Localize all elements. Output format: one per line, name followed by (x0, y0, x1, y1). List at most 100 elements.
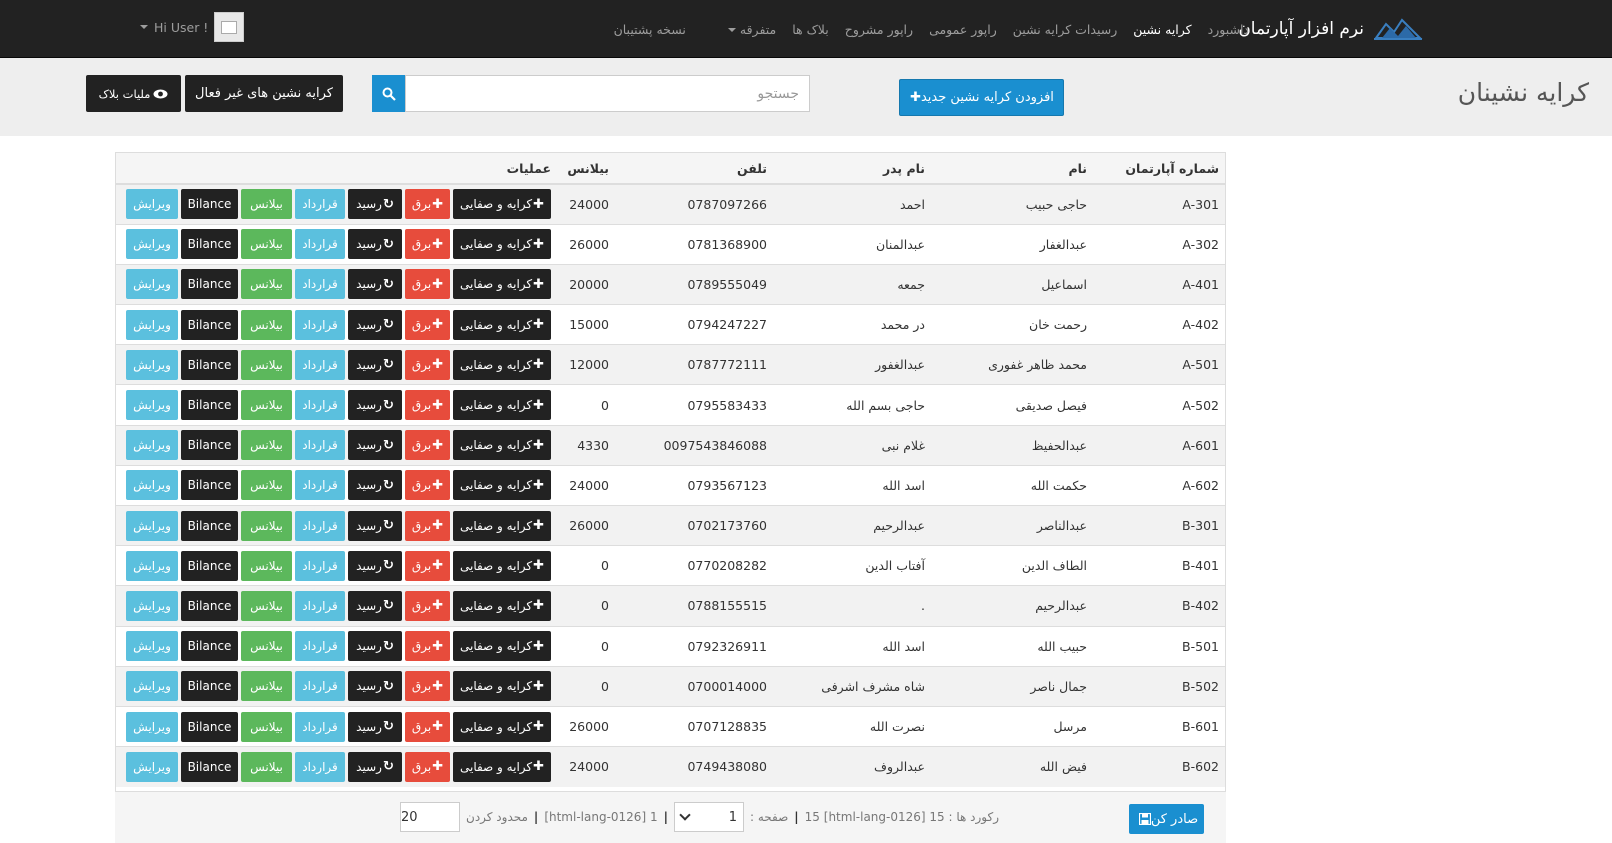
rent-button[interactable]: ✚ کرایه و صفایی (453, 751, 551, 782)
nav-backup[interactable]: نسخه پشتیبان (606, 22, 694, 37)
edit-button[interactable]: ویرایش (126, 711, 178, 742)
edit-button[interactable]: ویرایش (126, 189, 178, 220)
bilance-button[interactable]: Bilance (181, 349, 238, 380)
rent-button[interactable]: ✚ کرایه و صفایی (453, 430, 551, 461)
balance-button[interactable]: بیلانس (241, 349, 292, 380)
balance-button[interactable]: بیلانس (241, 430, 292, 461)
electricity-button[interactable]: ✚ برق (405, 550, 450, 581)
electricity-button[interactable]: ✚ برق (405, 711, 450, 742)
rent-button[interactable]: ✚ کرایه و صفایی (453, 510, 551, 541)
edit-button[interactable]: ویرایش (126, 751, 178, 782)
nav-tenant-receipts[interactable]: رسیدات کرایه نشین (1005, 22, 1125, 37)
electricity-button[interactable]: ✚ برق (405, 671, 450, 702)
balance-button[interactable]: بیلانس (241, 550, 292, 581)
search-input[interactable] (405, 75, 810, 112)
balance-button[interactable]: بیلانس (241, 590, 292, 621)
bilance-button[interactable]: Bilance (181, 470, 238, 501)
bilance-button[interactable]: Bilance (181, 390, 238, 421)
edit-button[interactable]: ویرایش (126, 470, 178, 501)
receipt-button[interactable]: ↻ رسید (348, 390, 402, 421)
electricity-button[interactable]: ✚ برق (405, 510, 450, 541)
col-phone[interactable]: تلفن (615, 153, 773, 185)
edit-button[interactable]: ویرایش (126, 631, 178, 662)
col-balance[interactable]: بیلانس (557, 153, 615, 185)
rent-button[interactable]: ✚ کرایه و صفایی (453, 390, 551, 421)
electricity-button[interactable]: ✚ برق (405, 390, 450, 421)
contract-button[interactable]: قرارداد (295, 510, 345, 541)
balance-button[interactable]: بیلانس (241, 470, 292, 501)
nav-misc-dropdown[interactable]: متفرقه (720, 22, 784, 37)
bilance-button[interactable]: Bilance (181, 550, 238, 581)
receipt-button[interactable]: ↻ رسید (348, 631, 402, 662)
edit-button[interactable]: ویرایش (126, 229, 178, 260)
receipt-button[interactable]: ↻ رسید (348, 671, 402, 702)
col-name[interactable]: نام (931, 153, 1093, 185)
contract-button[interactable]: قرارداد (295, 671, 345, 702)
edit-button[interactable]: ویرایش (126, 430, 178, 461)
limit-input[interactable]: 20 (400, 802, 460, 832)
rent-button[interactable]: ✚ کرایه و صفایی (453, 470, 551, 501)
edit-button[interactable]: ویرایش (126, 309, 178, 340)
bilance-button[interactable]: Bilance (181, 671, 238, 702)
contract-button[interactable]: قرارداد (295, 711, 345, 742)
col-apartment-number[interactable]: شماره آپارتمان (1093, 153, 1225, 185)
receipt-button[interactable]: ↻ رسید (348, 309, 402, 340)
balance-button[interactable]: بیلانس (241, 229, 292, 260)
balance-button[interactable]: بیلانس (241, 711, 292, 742)
balance-button[interactable]: بیلانس (241, 269, 292, 300)
contract-button[interactable]: قرارداد (295, 631, 345, 662)
rent-button[interactable]: ✚ کرایه و صفایی (453, 189, 551, 220)
electricity-button[interactable]: ✚ برق (405, 189, 450, 220)
bilance-button[interactable]: Bilance (181, 510, 238, 541)
contract-button[interactable]: قرارداد (295, 430, 345, 461)
bilance-button[interactable]: Bilance (181, 269, 238, 300)
receipt-button[interactable]: ↻ رسید (348, 550, 402, 581)
receipt-button[interactable]: ↻ رسید (348, 751, 402, 782)
receipt-button[interactable]: ↻ رسید (348, 590, 402, 621)
add-tenant-button[interactable]: ✚ افزودن کرایه نشین جدید (899, 79, 1064, 116)
contract-button[interactable]: قرارداد (295, 189, 345, 220)
bilance-button[interactable]: Bilance (181, 189, 238, 220)
contract-button[interactable]: قرارداد (295, 309, 345, 340)
balance-button[interactable]: بیلانس (241, 309, 292, 340)
col-father-name[interactable]: نام پدر (773, 153, 931, 185)
receipt-button[interactable]: ↻ رسید (348, 711, 402, 742)
contract-button[interactable]: قرارداد (295, 269, 345, 300)
bilance-button[interactable]: Bilance (181, 590, 238, 621)
receipt-button[interactable]: ↻ رسید (348, 470, 402, 501)
contract-button[interactable]: قرارداد (295, 550, 345, 581)
export-button[interactable]: صادر کن (1129, 804, 1204, 834)
receipt-button[interactable]: ↻ رسید (348, 189, 402, 220)
rent-button[interactable]: ✚ کرایه و صفایی (453, 229, 551, 260)
contract-button[interactable]: قرارداد (295, 349, 345, 380)
electricity-button[interactable]: ✚ برق (405, 430, 450, 461)
bilance-button[interactable]: Bilance (181, 309, 238, 340)
receipt-button[interactable]: ↻ رسید (348, 510, 402, 541)
rent-button[interactable]: ✚ کرایه و صفایی (453, 631, 551, 662)
electricity-button[interactable]: ✚ برق (405, 229, 450, 260)
edit-button[interactable]: ویرایش (126, 590, 178, 621)
electricity-button[interactable]: ✚ برق (405, 751, 450, 782)
edit-button[interactable]: ویرایش (126, 510, 178, 541)
rent-button[interactable]: ✚ کرایه و صفایی (453, 269, 551, 300)
contract-button[interactable]: قرارداد (295, 751, 345, 782)
bilance-button[interactable]: Bilance (181, 229, 238, 260)
nav-blocks[interactable]: بلاک ها (784, 22, 837, 37)
nav-dashboard[interactable]: داشبورد (1200, 22, 1257, 37)
rent-button[interactable]: ✚ کرایه و صفایی (453, 590, 551, 621)
nav-detailed-report[interactable]: راپور مشروح (837, 22, 921, 37)
rent-button[interactable]: ✚ کرایه و صفایی (453, 671, 551, 702)
page-select[interactable]: 1 (673, 802, 744, 832)
electricity-button[interactable]: ✚ برق (405, 269, 450, 300)
receipt-button[interactable]: ↻ رسید (348, 269, 402, 300)
bilance-button[interactable]: Bilance (181, 751, 238, 782)
rent-button[interactable]: ✚ کرایه و صفایی (453, 711, 551, 742)
nav-general-report[interactable]: راپور عمومی (921, 22, 1005, 37)
rent-button[interactable]: ✚ کرایه و صفایی (453, 550, 551, 581)
bilance-button[interactable]: Bilance (181, 711, 238, 742)
electricity-button[interactable]: ✚ برق (405, 349, 450, 380)
balance-button[interactable]: بیلانس (241, 671, 292, 702)
electricity-button[interactable]: ✚ برق (405, 470, 450, 501)
search-button[interactable] (372, 75, 405, 112)
bilance-button[interactable]: Bilance (181, 631, 238, 662)
